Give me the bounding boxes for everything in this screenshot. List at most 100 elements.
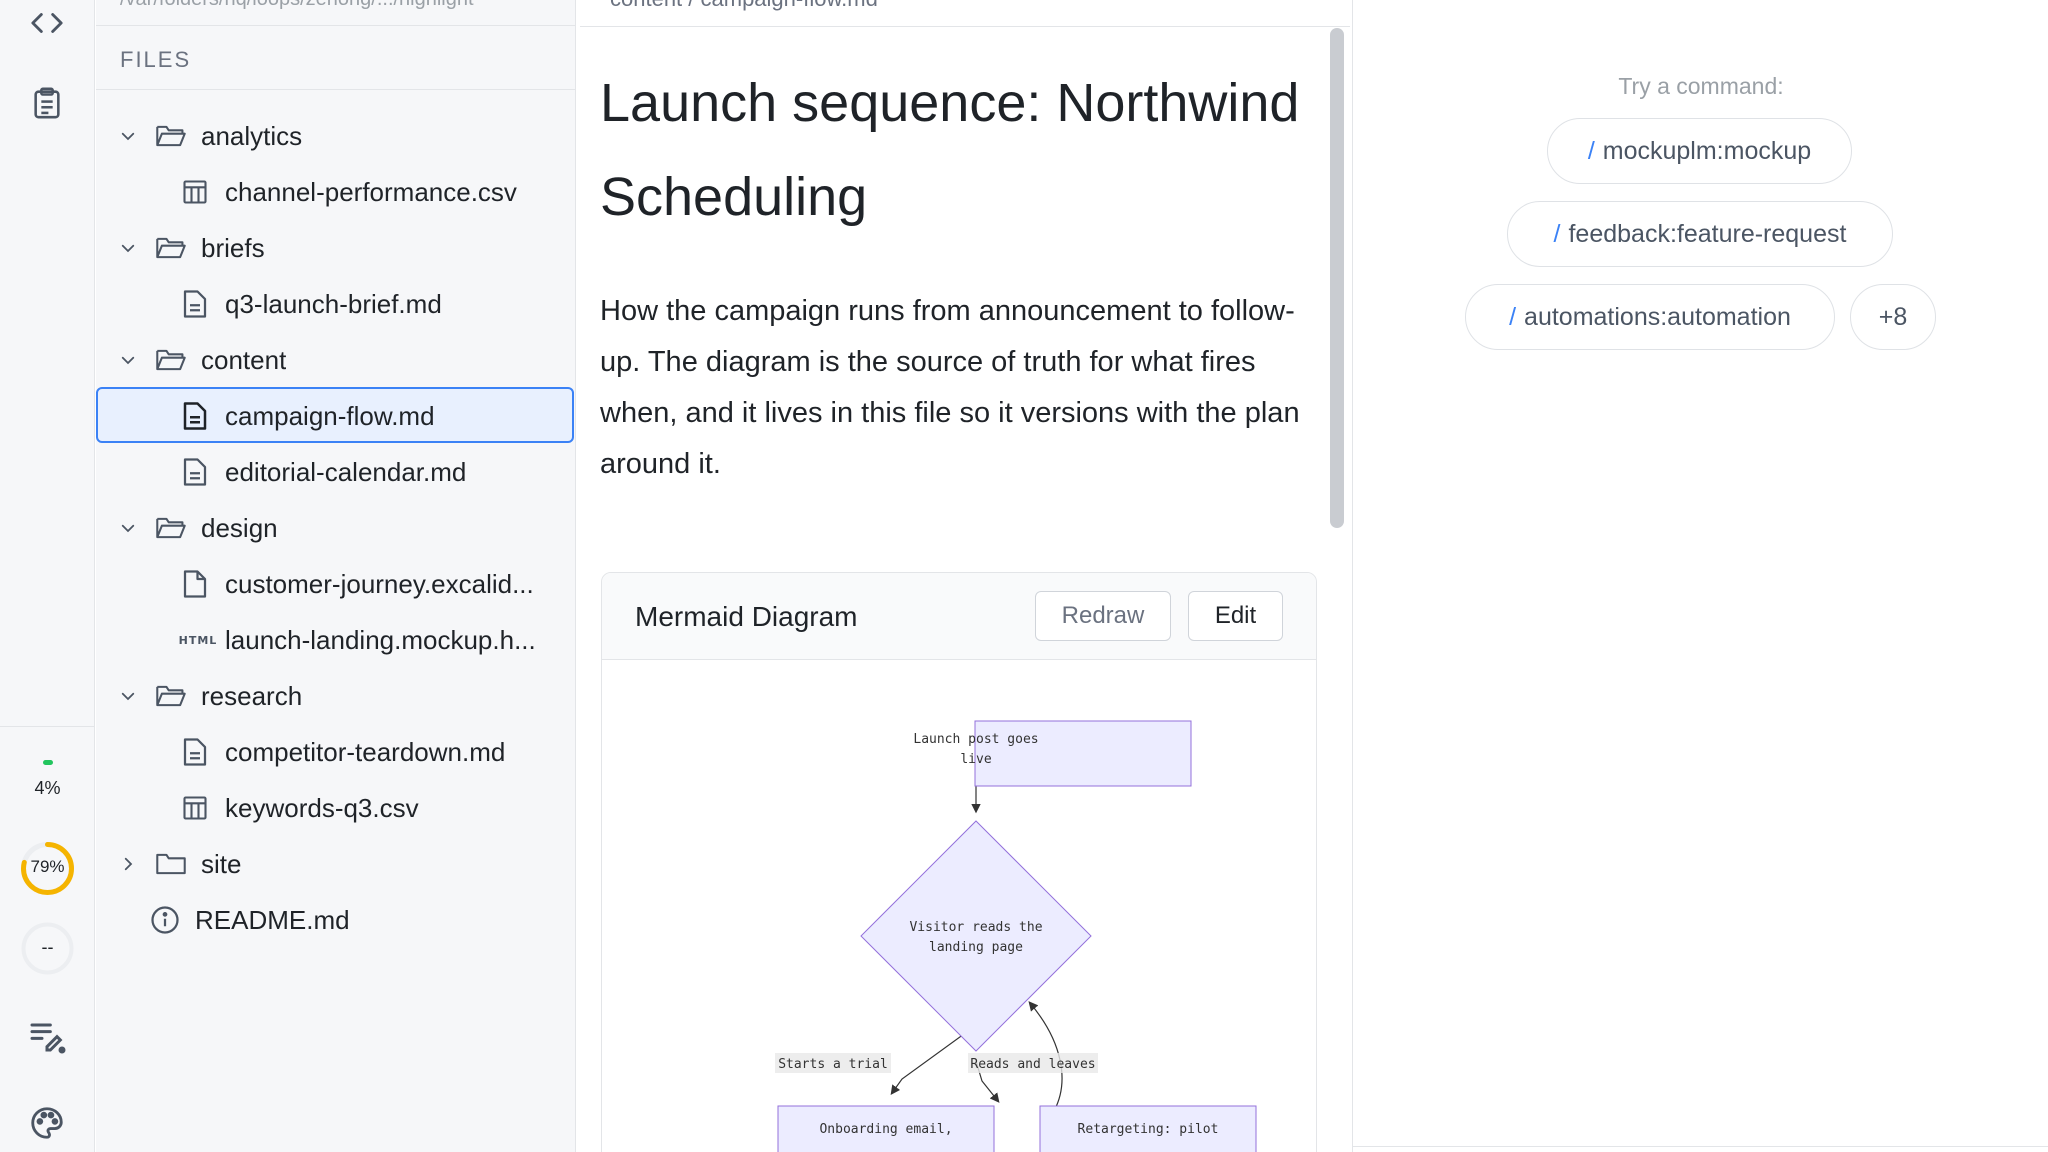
tree-label: keywords-q3.csv [225, 792, 419, 823]
list-edit-icon[interactable] [22, 1010, 72, 1060]
tree-label: competitor-teardown.md [225, 736, 506, 767]
document-icon [178, 399, 212, 433]
folder-open-icon [154, 231, 188, 265]
command-chip-automations[interactable]: / automations:automation [1465, 284, 1835, 350]
tree-label: site [201, 848, 242, 879]
usage-small-label: 4% [34, 778, 61, 798]
folder-open-icon [154, 119, 188, 153]
folder-icon [154, 847, 188, 881]
chevron-down-icon[interactable] [116, 124, 140, 148]
files-header-divider [96, 89, 576, 90]
table-icon [178, 791, 212, 825]
document-icon [178, 455, 212, 489]
tree-folder-research[interactable]: research [116, 670, 302, 722]
usage-gauge-empty[interactable]: -- [19, 920, 76, 977]
folder-open-icon [154, 511, 188, 545]
tree-label: research [201, 680, 303, 711]
editor-scrollbar[interactable] [1330, 28, 1344, 528]
node-launch-post-line2: live [960, 752, 991, 767]
command-chip-mockup[interactable]: / mockuplm:mockup [1547, 118, 1852, 184]
tree-label: briefs [201, 232, 265, 263]
edge-label-trial: Starts a trial [778, 1057, 888, 1072]
workspace-path: /var/folders/hq/loops/zehong/.../highlig… [120, 0, 474, 11]
command-label: automations:automation [1524, 302, 1791, 331]
more-commands-chip[interactable]: +8 [1850, 284, 1936, 350]
tree-label: channel-performance.csv [225, 176, 517, 207]
tree-file-editorial-calendar[interactable]: editorial-calendar.md [178, 446, 466, 498]
tree-folder-content[interactable]: content [116, 334, 286, 386]
breadcrumb-text[interactable]: content / campaign-flow.md [610, 0, 878, 12]
tree-folder-analytics[interactable]: analytics [116, 110, 302, 162]
usage-dot-icon [43, 760, 53, 765]
tree-label: campaign-flow.md [225, 400, 435, 431]
folder-open-icon [154, 343, 188, 377]
tree-folder-design[interactable]: design [116, 502, 278, 554]
tree-label: customer-journey.excalid... [225, 568, 534, 599]
path-bar: /var/folders/hq/loops/zehong/.../highlig… [96, 0, 576, 26]
node-launch-post [974, 720, 1192, 787]
command-label: feedback:feature-request [1568, 219, 1847, 248]
edit-button[interactable]: Edit [1188, 591, 1283, 641]
tree-label: README.md [195, 904, 350, 935]
tree-file-customer-journey[interactable]: customer-journey.excalid... [178, 558, 568, 610]
document-icon [178, 735, 212, 769]
node-visitor-decision [860, 820, 1092, 1052]
activity-rail: 4% 79% -- [0, 0, 95, 1152]
tree-file-q3-launch-brief[interactable]: q3-launch-brief.md [178, 278, 442, 330]
mermaid-header: Mermaid Diagram Redraw Edit [602, 573, 1316, 660]
command-chip-feedback[interactable]: / feedback:feature-request [1507, 201, 1893, 267]
tree-label: q3-launch-brief.md [225, 288, 442, 319]
chevron-down-icon[interactable] [116, 348, 140, 372]
file-icon [178, 567, 212, 601]
assistant-pane: Try a command: / mockuplm:mockup / feedbac… [1352, 0, 2048, 1152]
slash-icon: / [1509, 302, 1517, 331]
tree-label: design [201, 512, 278, 543]
node-visitor-line2: landing page [929, 940, 1023, 955]
breadcrumb: content / campaign-flow.md [580, 0, 1350, 27]
folder-open-icon [154, 679, 188, 713]
node-onboarding-line1: Onboarding email, [819, 1122, 952, 1137]
usage-gauge-ring[interactable]: 79% [19, 840, 76, 897]
edge-label-leaves: Reads and leaves [970, 1057, 1095, 1072]
tree-label: analytics [201, 120, 303, 151]
tree-file-channel-performance[interactable]: channel-performance.csv [178, 166, 517, 218]
chevron-right-icon[interactable] [116, 852, 140, 876]
redraw-button[interactable]: Redraw [1035, 591, 1171, 641]
more-count: +8 [1878, 302, 1908, 331]
chevron-down-icon[interactable] [116, 684, 140, 708]
info-icon [148, 903, 182, 937]
try-command-label: Try a command: [1618, 73, 1784, 99]
node-launch-post-line1: Launch post goes [913, 732, 1038, 747]
html-file-icon: HTML [178, 633, 218, 647]
chevron-down-icon[interactable] [116, 236, 140, 260]
tree-file-launch-landing[interactable]: HTML launch-landing.mockup.h... [178, 614, 568, 666]
rail-divider [0, 726, 95, 727]
tree-label: content [201, 344, 287, 375]
document-icon [178, 287, 212, 321]
intro-paragraph: How the campaign runs from announcement … [600, 295, 1300, 480]
code-icon[interactable] [22, 0, 72, 48]
tree-file-campaign-flow[interactable]: campaign-flow.md [178, 390, 435, 442]
command-label: mockuplm:mockup [1602, 136, 1812, 165]
usage-gauge-small[interactable]: 4% [20, 754, 75, 824]
palette-icon[interactable] [22, 1098, 72, 1148]
tree-file-readme[interactable]: README.md [148, 894, 350, 946]
slash-icon: / [1553, 219, 1561, 248]
mermaid-title: Mermaid Diagram [635, 601, 858, 632]
tree-file-keywords-q3[interactable]: keywords-q3.csv [178, 782, 419, 834]
mermaid-diagram-card: Mermaid Diagram Redraw Edit Launch post … [601, 572, 1317, 1152]
clipboard-icon[interactable] [22, 78, 72, 128]
tree-file-competitor-teardown[interactable]: competitor-teardown.md [178, 726, 505, 778]
tree-folder-briefs[interactable]: briefs [116, 222, 265, 274]
tree-label: editorial-calendar.md [225, 456, 467, 487]
tree-label: launch-landing.mockup.h... [225, 624, 536, 655]
flowchart: Launch post goes live Visitor reads the … [775, 720, 1257, 1152]
page-title: Launch sequence: Northwind Scheduling [600, 73, 1300, 227]
editor-pane: content / campaign-flow.md Launch sequen… [580, 0, 1350, 1152]
node-visitor-line1: Visitor reads the [909, 920, 1042, 935]
slash-icon: / [1587, 136, 1595, 165]
chevron-down-icon[interactable] [116, 516, 140, 540]
tree-folder-site[interactable]: site [116, 838, 241, 890]
usage-empty-label: -- [41, 937, 54, 957]
usage-ring-label: 79% [30, 857, 65, 876]
